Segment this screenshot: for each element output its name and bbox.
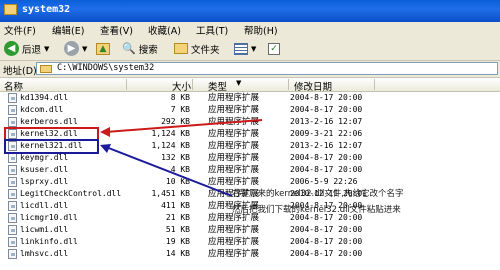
annotation-note: 右键原来的kernel32.dll文件,先给它改个名字 然后把我们下载的kern… — [232, 186, 472, 218]
annotation-arrows — [100, 119, 263, 197]
red-arrow — [105, 119, 263, 133]
red-arrow-head — [100, 127, 110, 137]
annotation-line-2: 然后把我们下载的kernel32.dll文件粘贴进来 — [232, 205, 401, 215]
annotation-line-1: 右键原来的kernel32.dll文件,先给它改个名字 — [232, 189, 404, 199]
blue-arrow — [105, 146, 233, 197]
